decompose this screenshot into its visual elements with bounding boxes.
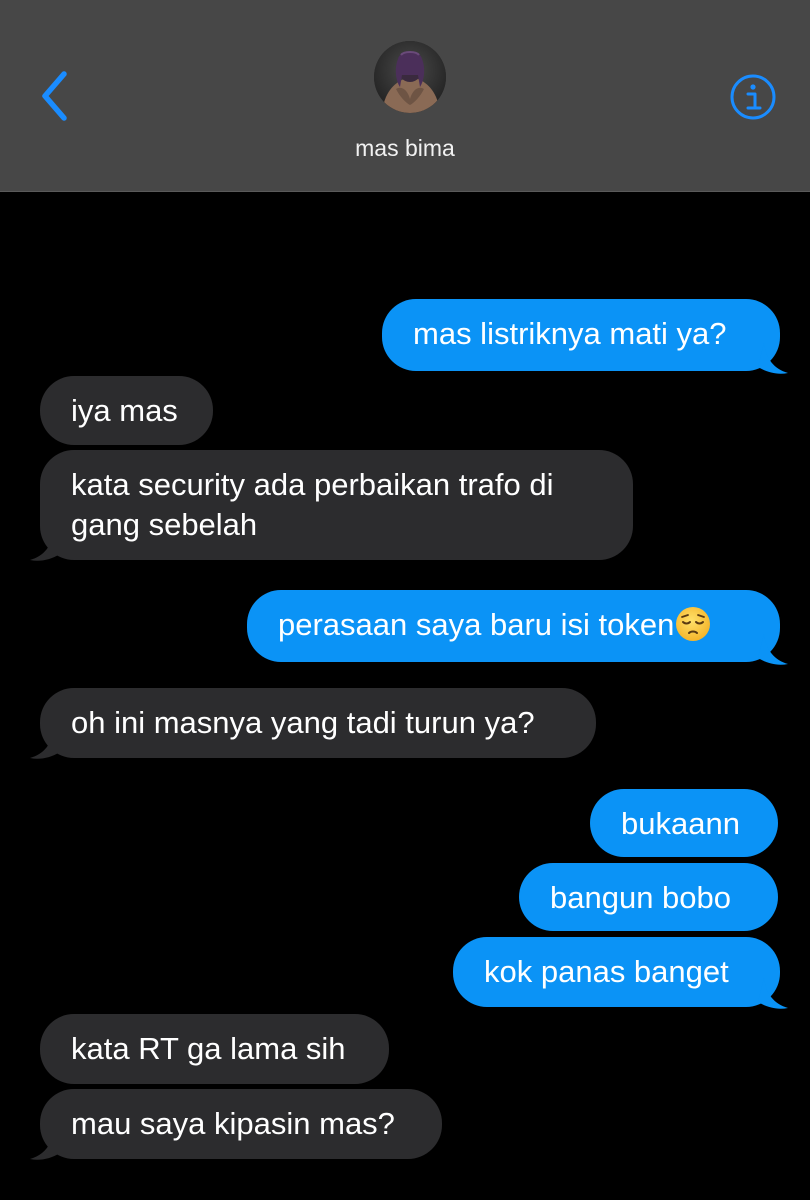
message-bubble-outgoing[interactable]: kok panas banget — [453, 937, 780, 1007]
message-thread[interactable]: mas listriknya mati ya? iya mas kata sec… — [0, 192, 810, 1200]
message-text: oh ini masnya yang tadi turun ya? — [71, 705, 535, 740]
bubble-tail — [758, 978, 788, 1009]
message-text: kata RT ga lama sih — [71, 1031, 346, 1066]
message-text: bukaann — [621, 806, 740, 841]
message-bubble-incoming[interactable]: kata security ada perbaikan trafo di gan… — [40, 450, 633, 560]
message-text: bangun bobo — [550, 880, 732, 915]
chevron-left-icon — [42, 71, 67, 121]
message-text: iya mas — [71, 393, 178, 428]
message-bubble-outgoing[interactable]: bangun bobo — [519, 863, 778, 931]
message-bubble-outgoing[interactable]: mas listriknya mati ya? — [382, 299, 780, 371]
info-button[interactable] — [729, 73, 777, 121]
contact-avatar[interactable] — [374, 41, 446, 113]
back-button[interactable] — [26, 64, 82, 124]
message-bubble-incoming[interactable]: mau saya kipasin mas? — [40, 1089, 442, 1159]
info-circle-icon — [730, 74, 776, 120]
message-text-line: gang sebelah — [71, 507, 258, 542]
bubble-tail — [758, 634, 788, 665]
bubble-tail — [758, 343, 788, 374]
conversation-header: mas bima — [0, 0, 810, 192]
message-text: perasaan saya baru isi token — [278, 607, 675, 642]
message-bubble-incoming[interactable]: iya mas — [40, 376, 213, 445]
message-text: mau saya kipasin mas? — [71, 1106, 395, 1141]
bubble-tail — [30, 530, 60, 561]
message-text: kok panas banget — [484, 954, 729, 989]
message-bubble-outgoing[interactable]: perasaan saya baru isi token — [247, 590, 780, 662]
message-text-line: kata security ada perbaikan trafo di — [71, 467, 554, 502]
message-bubble-outgoing[interactable]: bukaann — [590, 789, 778, 857]
message-bubble-incoming[interactable]: oh ini masnya yang tadi turun ya? — [40, 688, 596, 758]
bubble-tail — [30, 1129, 60, 1160]
message-bubble-incoming[interactable]: kata RT ga lama sih — [40, 1014, 389, 1084]
contact-name[interactable]: mas bima — [0, 133, 810, 163]
message-text: mas listriknya mati ya? — [413, 316, 727, 351]
pensive-face-emoji — [676, 607, 711, 641]
bubble-tail — [30, 728, 60, 759]
